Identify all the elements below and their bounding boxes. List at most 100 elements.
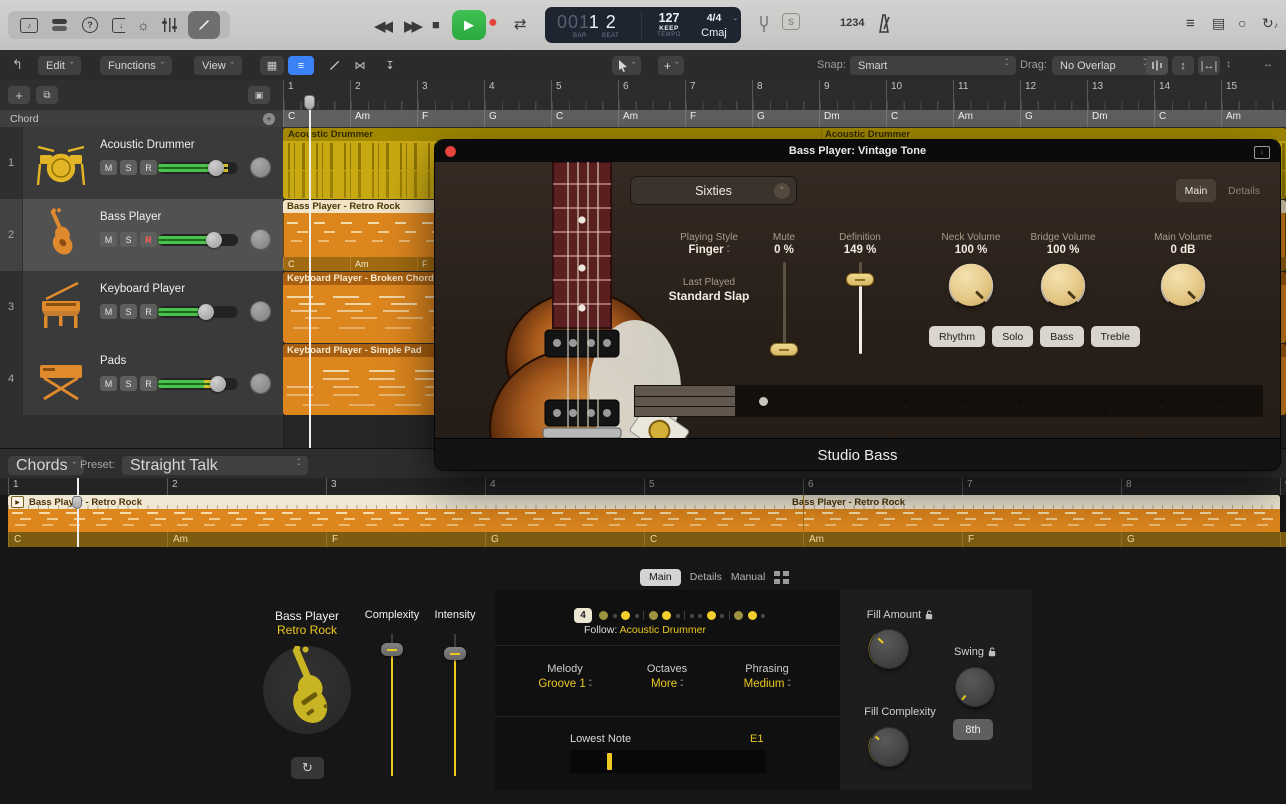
track-header-bass-player[interactable]: 2 Bass Player M S R: [0, 199, 283, 272]
record-button[interactable]: R: [140, 160, 157, 175]
ruler-bar-number[interactable]: 1: [283, 80, 350, 110]
unlock-icon[interactable]: [925, 610, 933, 620]
melody-select[interactable]: Melody Groove 1 ˆˇ: [515, 663, 615, 692]
tab-main[interactable]: Main: [640, 568, 681, 586]
editor-region-bass[interactable]: ▶ Bass Player - Retro Rock Bass Player -…: [8, 495, 1280, 532]
editor-region-header[interactable]: ▶ Bass Player - Retro Rock Bass Player -…: [8, 495, 1280, 509]
playhead-line[interactable]: [309, 96, 311, 448]
ruler-bar-number[interactable]: 2: [350, 80, 417, 110]
back-arrow-icon[interactable]: ↰: [12, 57, 23, 73]
chord-cell[interactable]: F: [417, 110, 484, 127]
beat-dot[interactable]: [643, 611, 644, 620]
mute-slider-track[interactable]: [782, 262, 786, 354]
preset-select[interactable]: Straight Talk ˆ ˇ: [122, 456, 308, 475]
plugin-knob[interactable]: Bridge Volume 100 %: [1018, 232, 1108, 322]
tracks-view-icon[interactable]: ≡: [288, 56, 314, 75]
chord-cell[interactable]: F: [685, 110, 752, 127]
slider-handle[interactable]: [444, 647, 466, 660]
ruler-bar-number[interactable]: 14: [1154, 80, 1221, 110]
beat-dot[interactable]: [706, 611, 716, 620]
volume-meter[interactable]: [158, 304, 238, 320]
beat-dot[interactable]: [734, 611, 743, 620]
project-browser-icon[interactable]: ♪: [20, 17, 38, 33]
swing-unit-button[interactable]: 8th: [953, 719, 993, 740]
beat-dots[interactable]: [599, 608, 765, 623]
record-button[interactable]: R: [140, 232, 157, 247]
plugin-knob[interactable]: Main Volume 0 dB: [1138, 232, 1228, 322]
global-chord-track-header[interactable]: Chord +: [0, 110, 283, 128]
region-play-icon[interactable]: ▶: [11, 496, 24, 508]
edit-mode-pencil-icon[interactable]: [187, 11, 220, 39]
beat-dot[interactable]: [612, 613, 617, 618]
ruler-bar-number[interactable]: 3: [417, 80, 484, 110]
chord-cell[interactable]: Dm: [819, 110, 886, 127]
chord-cell[interactable]: Dm: [1087, 110, 1154, 127]
tuner-icon[interactable]: [758, 15, 770, 33]
secondary-tool-selector[interactable]: + ˇ: [658, 56, 685, 75]
ruler-bar-number[interactable]: 11: [953, 80, 1020, 110]
chord-cell[interactable]: C: [283, 110, 350, 127]
player-style[interactable]: Retro Rock: [257, 623, 357, 637]
phrasing-select[interactable]: Phrasing Medium ˆˇ: [717, 663, 817, 692]
lowest-note-tick[interactable]: [607, 753, 612, 770]
mute-button[interactable]: M: [100, 160, 117, 175]
ruler-bar-number[interactable]: 4: [485, 478, 644, 495]
quick-help-toggle-icon[interactable]: [52, 18, 68, 32]
knob-face[interactable]: [1162, 264, 1204, 306]
forward-button[interactable]: ▶▶: [404, 17, 423, 35]
beat-dot[interactable]: [761, 613, 765, 618]
tab-manual[interactable]: Manual: [731, 571, 765, 583]
chord-cell[interactable]: Am: [953, 110, 1020, 127]
mute-button[interactable]: M: [100, 232, 117, 247]
mute-button[interactable]: M: [100, 376, 117, 391]
solo-mode-icon[interactable]: S: [782, 13, 800, 30]
knob-face[interactable]: [950, 264, 992, 306]
track-header-acoustic-drummer[interactable]: 1 Acoustic Drummer M S R: [0, 127, 283, 200]
swing-knob[interactable]: [952, 664, 998, 710]
chord-cell[interactable]: G: [1020, 110, 1087, 127]
plugin-title-bar[interactable]: Bass Player: Vintage Tone: [435, 140, 1280, 162]
chords-menu-button[interactable]: Chords ˇ: [8, 456, 84, 475]
melody-value[interactable]: Groove 1 ˆˇ: [515, 678, 615, 692]
dim-mode-icon[interactable]: ☼: [137, 18, 150, 32]
chord-cell[interactable]: G: [1121, 532, 1280, 547]
add-track-button[interactable]: +: [8, 86, 30, 104]
chord-cell[interactable]: C: [1280, 532, 1286, 547]
editor-chord-strip[interactable]: C Am F G C Am F G C: [8, 532, 1286, 547]
tab-details[interactable]: Details: [690, 571, 722, 583]
chord-cell[interactable]: C: [8, 532, 167, 547]
chord-cell[interactable]: Am: [618, 110, 685, 127]
solo-button[interactable]: S: [120, 232, 137, 247]
pickup-button[interactable]: Solo: [992, 326, 1034, 347]
record-button[interactable]: ●: [488, 14, 498, 32]
session-circle-icon[interactable]: ○: [1238, 15, 1246, 31]
pencil-tool-icon[interactable]: [322, 56, 346, 75]
notes-display-icon[interactable]: ▤: [1212, 15, 1225, 32]
beat-dot[interactable]: [662, 611, 671, 620]
octaves-value[interactable]: More ˆˇ: [617, 678, 717, 692]
play-button[interactable]: ▶: [452, 10, 486, 40]
ruler-bar-number[interactable]: 12: [1020, 80, 1087, 110]
chord-cell[interactable]: Am: [167, 532, 326, 547]
playing-style-value[interactable]: Finger ˆˇ: [669, 244, 749, 258]
solo-button[interactable]: S: [120, 160, 137, 175]
ruler-bar-number[interactable]: 9: [819, 80, 886, 110]
pickup-button[interactable]: Bass: [1040, 326, 1084, 347]
chord-cell[interactable]: Am: [350, 110, 417, 127]
ruler-bar-number[interactable]: 3: [326, 478, 485, 495]
ruler-bar-number[interactable]: 9: [1280, 478, 1286, 495]
lcd-key-block[interactable]: 4/4 Cmaj: [697, 12, 731, 39]
beat-count-badge[interactable]: 4: [574, 608, 592, 623]
volume-meter[interactable]: [158, 232, 238, 248]
ruler-bar-number[interactable]: 8: [1121, 478, 1280, 495]
count-in-icon[interactable]: 1234: [840, 17, 864, 29]
global-chord-track[interactable]: C Am F G C Am F G Dm C Am G Dm C Am: [283, 110, 1286, 128]
solo-button[interactable]: S: [120, 304, 137, 319]
track-header-pads[interactable]: 4 Pads M S R: [0, 343, 283, 416]
beat-dot[interactable]: [684, 611, 685, 620]
ruler-bar-number[interactable]: 6: [618, 80, 685, 110]
slider-handle[interactable]: [381, 643, 403, 656]
snap-playhead-icon[interactable]: ↧: [378, 56, 402, 75]
pickup-button[interactable]: Treble: [1090, 326, 1140, 347]
list-editors-icon[interactable]: ≡: [1186, 15, 1195, 32]
